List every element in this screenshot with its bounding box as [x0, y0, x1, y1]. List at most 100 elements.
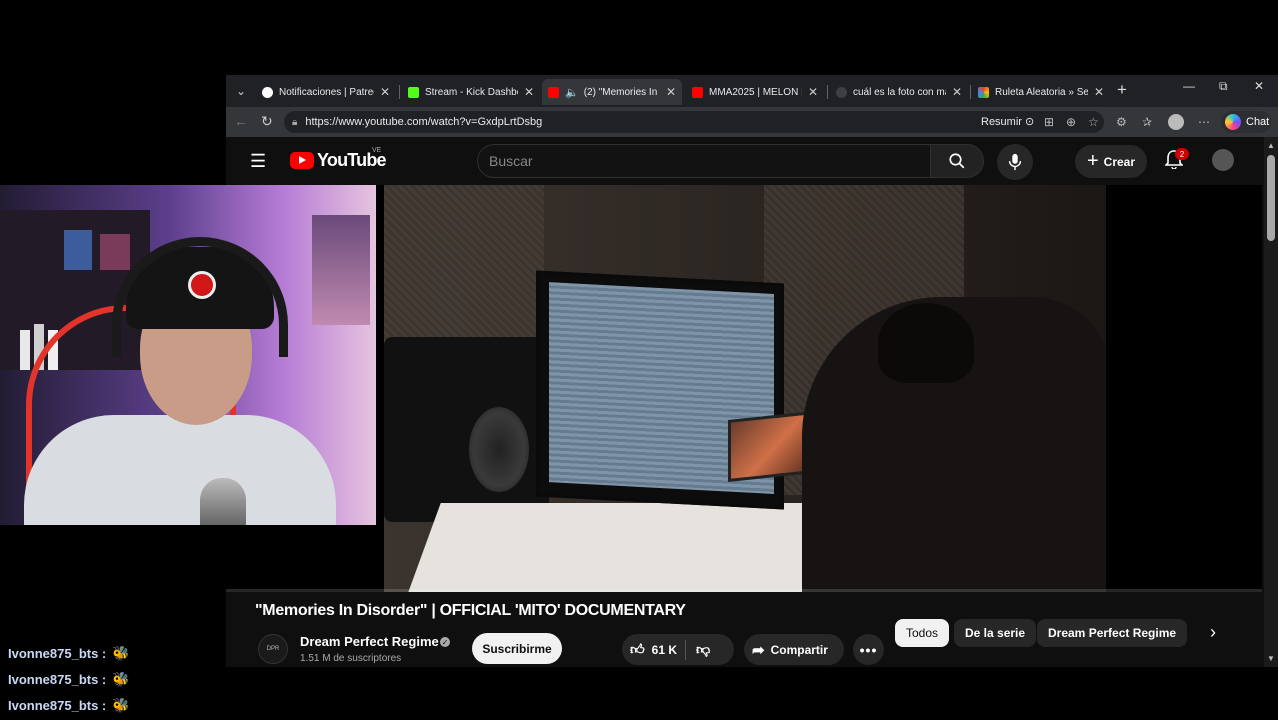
chip-de-la-serie[interactable]: De la serie: [954, 619, 1037, 647]
youtube-favicon-icon: [692, 86, 703, 98]
scroll-thumb[interactable]: [1267, 155, 1275, 241]
share-label: Compartir: [770, 642, 828, 657]
resumir-button[interactable]: Resumir ⊙: [981, 115, 1034, 128]
tab-search-foto[interactable]: cuál es la foto con más ✕: [830, 79, 968, 105]
favorite-star-icon[interactable]: ☆: [1088, 115, 1099, 129]
close-icon[interactable]: ✕: [808, 85, 818, 99]
close-icon[interactable]: ✕: [666, 85, 676, 99]
channel-name[interactable]: Dream Perfect Regime: [300, 634, 439, 649]
channel-avatar[interactable]: DPR: [258, 634, 288, 664]
close-icon[interactable]: ✕: [952, 85, 962, 99]
tab-kick[interactable]: Stream - Kick Dashboard ✕: [402, 79, 540, 105]
search-button[interactable]: [930, 144, 984, 178]
browser-toolbar: ← ↻ 🔒︎ https://www.youtube.com/watch?v=G…: [226, 107, 1278, 137]
youtube-header: ☰ YouTube VE Buscar + Crear 2: [226, 137, 1278, 185]
close-icon[interactable]: ✕: [380, 85, 390, 99]
microphone-icon: [1008, 153, 1022, 171]
tab-title: MMA2025 | MELON MU: [709, 86, 802, 98]
chat-label: Chat: [1246, 116, 1270, 128]
read-aloud-icon[interactable]: ⊞: [1044, 115, 1054, 129]
more-dots-icon: •••: [859, 641, 878, 658]
share-arrow-icon: ➦: [752, 641, 765, 659]
copilot-chat-button[interactable]: Chat: [1221, 111, 1271, 133]
progress-bar[interactable]: [226, 589, 1262, 592]
like-count: 61 K: [651, 642, 677, 657]
tab-youtube-active[interactable]: 🔈 (2) "Memories In Di ✕: [542, 79, 682, 105]
notification-badge: 2: [1175, 148, 1189, 160]
chat-username: Ivonne875_bts :: [8, 698, 107, 713]
page-scrollbar[interactable]: ▲ ▼: [1264, 137, 1278, 667]
favorites-icon[interactable]: ✰: [1142, 115, 1152, 129]
chat-message: Ivonne875_bts : 🐝: [8, 697, 130, 714]
like-button[interactable]: 👍︎ 61 K: [622, 634, 677, 665]
subscribe-button[interactable]: Suscribirme: [472, 633, 562, 664]
tab-divider: [970, 85, 971, 99]
person-in-hoodie: [802, 297, 1106, 592]
create-button[interactable]: + Crear: [1075, 145, 1147, 178]
tab-divider: [827, 85, 828, 99]
create-label: Crear: [1103, 154, 1136, 169]
search-input[interactable]: Buscar: [477, 144, 930, 178]
tab-mma2025[interactable]: MMA2025 | MELON MU ✕: [686, 79, 824, 105]
chip-dream-perfect-regime[interactable]: Dream Perfect Regime: [1037, 619, 1188, 647]
youtube-play-icon: [290, 152, 314, 169]
video-title: "Memories In Disorder" | OFFICIAL 'MITO'…: [255, 602, 686, 619]
country-code: VE: [372, 147, 382, 154]
ruleta-favicon-icon: [978, 86, 989, 98]
lock-icon: 🔒︎: [292, 116, 298, 128]
reload-icon[interactable]: ↻: [261, 113, 273, 130]
bee-emote-icon: 🐝: [112, 671, 130, 687]
bee-emote-icon: 🐝: [112, 645, 130, 661]
tab-title: Ruleta Aleatoria » Selec: [995, 86, 1088, 98]
dislike-button[interactable]: 👎︎: [696, 641, 710, 658]
tab-title: (2) "Memories In Di: [583, 86, 660, 98]
chat-username: Ivonne875_bts :: [8, 672, 107, 687]
voice-search-button[interactable]: [997, 144, 1033, 180]
tab-title: Notificaciones | Patreon: [279, 86, 374, 98]
chip-todos[interactable]: Todos: [895, 619, 950, 647]
scroll-down-icon[interactable]: ▼: [1267, 654, 1275, 663]
thumbs-up-icon: 👍︎: [630, 641, 645, 657]
menu-hamburger-icon[interactable]: ☰: [250, 151, 266, 172]
tab-patreon[interactable]: Notificaciones | Patreon ✕: [256, 79, 396, 105]
close-window-icon[interactable]: ✕: [1254, 79, 1264, 93]
divider: [685, 639, 686, 660]
subscriber-count: 1.51 M de suscriptores: [300, 653, 402, 664]
video-player[interactable]: [226, 185, 1262, 592]
profile-avatar-icon[interactable]: [1168, 114, 1184, 130]
wall-poster: [312, 215, 370, 325]
thumbs-down-icon: 👎︎: [696, 641, 711, 657]
extensions-icon[interactable]: ⚙: [1116, 115, 1127, 129]
scroll-up-icon[interactable]: ▲: [1267, 141, 1275, 150]
more-actions-button[interactable]: •••: [853, 634, 884, 665]
chat-message: Ivonne875_bts : 🐝: [8, 645, 130, 662]
back-arrow-icon[interactable]: ←: [234, 113, 248, 129]
like-dislike-group: 👍︎ 61 K 👎︎: [622, 634, 734, 665]
restore-icon[interactable]: ⧉: [1219, 79, 1228, 94]
kick-favicon-icon: [408, 86, 419, 98]
search-icon: [949, 153, 965, 169]
minimize-icon[interactable]: —: [1183, 79, 1195, 93]
copilot-icon: [1225, 114, 1241, 130]
more-menu-icon[interactable]: ⋯: [1198, 115, 1210, 129]
chevron-right-icon[interactable]: ›: [1210, 622, 1216, 643]
share-button[interactable]: ➦ Compartir: [744, 634, 844, 665]
studio-speaker: [384, 337, 549, 522]
tab-strip: ⌄ Notificaciones | Patreon ✕ Stream - Ki…: [226, 75, 1278, 107]
chat-username: Ivonne875_bts :: [8, 646, 107, 661]
account-avatar[interactable]: [1212, 149, 1234, 171]
tab-search-dropdown-icon[interactable]: ⌄: [230, 82, 252, 100]
youtube-page: ☰ YouTube VE Buscar + Crear 2 "Memories …: [226, 137, 1278, 667]
new-tab-plus-icon[interactable]: +: [1117, 80, 1127, 100]
speaker-icon[interactable]: 🔈: [565, 86, 579, 99]
zoom-icon[interactable]: ⊕: [1066, 115, 1076, 129]
close-icon[interactable]: ✕: [1094, 85, 1104, 99]
studio-microphone: [200, 478, 246, 525]
close-icon[interactable]: ✕: [524, 85, 534, 99]
streamer-webcam: [0, 185, 376, 525]
tab-ruleta[interactable]: Ruleta Aleatoria » Selec ✕: [972, 79, 1110, 105]
bee-emote-icon: 🐝: [112, 697, 130, 713]
browser-window: ⌄ Notificaciones | Patreon ✕ Stream - Ki…: [226, 75, 1278, 667]
search-favicon-icon: [836, 86, 847, 98]
chat-message: Ivonne875_bts : 🐝: [8, 671, 130, 688]
